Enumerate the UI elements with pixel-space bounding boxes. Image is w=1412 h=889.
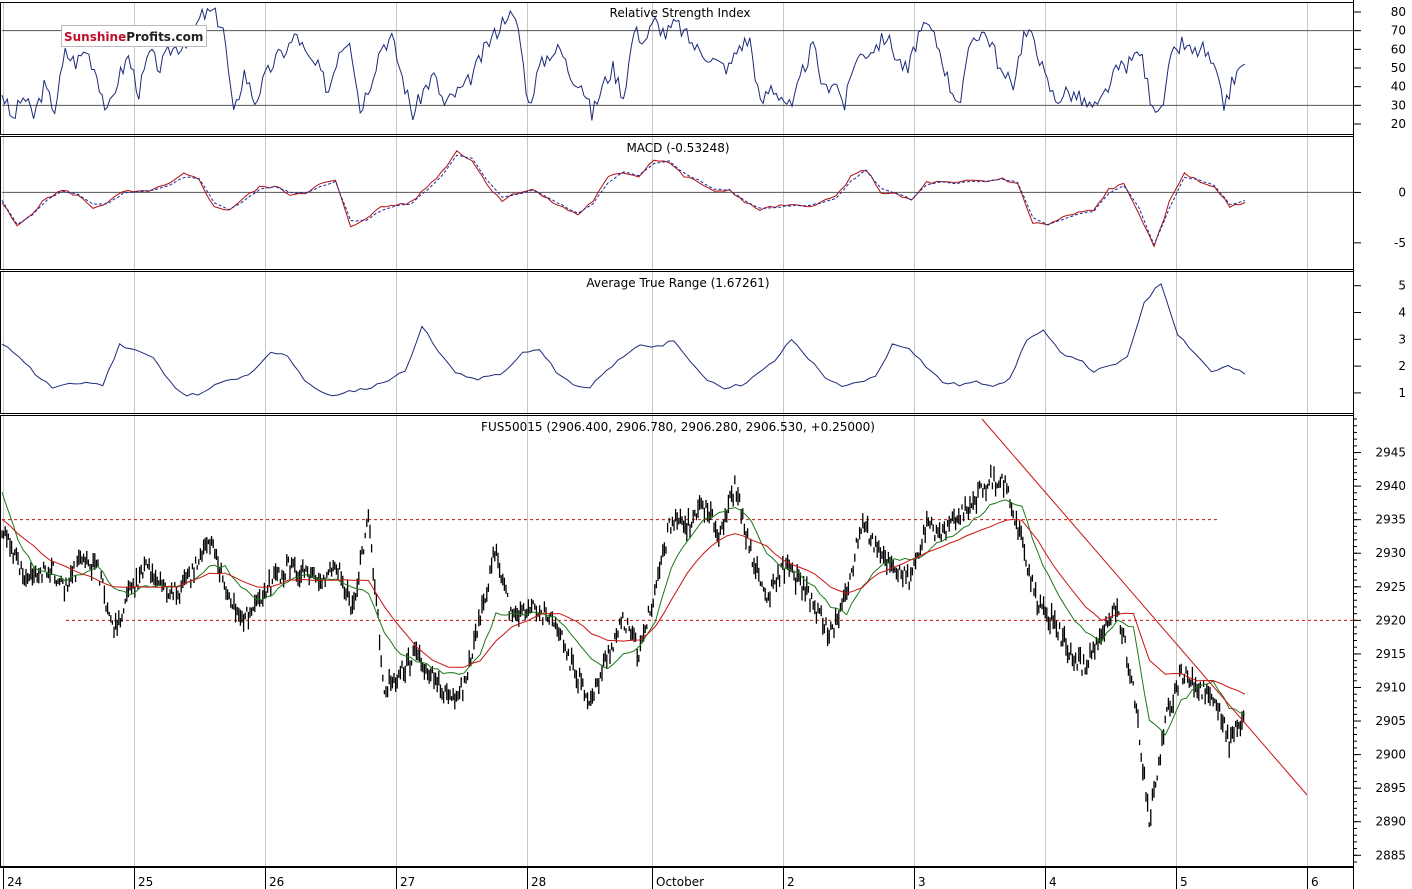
panel-frame-1 [0,136,1354,270]
rsi-title: Relative Strength Index [610,6,751,20]
y-tick-label: 2935 [1375,513,1406,527]
y-tick-label: 2890 [1375,815,1406,829]
x-tick-label: 3 [918,875,926,889]
y-axis-labels: 20 30 40 50 60 70 80 -5 0 1 2 3 4 5 2885 2890 2895 2900 29… [1353,5,1406,863]
resistance-trendline [981,418,1308,796]
x-tick-label: 25 [138,875,153,889]
chart-panels [0,0,1354,889]
y-tick-label: 2925 [1375,580,1406,594]
y-tick-label: 2945 [1375,446,1406,460]
ma-fast-line [1,491,1246,736]
logo-part-2: Profits.com [126,30,204,44]
x-tick-label: 6 [1311,875,1319,889]
sunshine-profits-logo: SunshineProfits.com [61,25,207,47]
logo-part-1: Sunshine [64,30,127,44]
x-tick-label: 24 [7,875,22,889]
y-tick-label: 20 [1391,117,1406,131]
x-tick-label: 4 [1049,875,1057,889]
y-tick-label: 2895 [1375,781,1406,795]
panel-frame-3 [0,415,1354,867]
y-tick-label: 2 [1398,359,1406,373]
macd-line [1,150,1246,248]
panel-frame-0 [0,2,1354,135]
price-bars [1,464,1245,828]
y-tick-label: 0 [1398,185,1406,199]
y-tick-label: 50 [1391,61,1406,75]
x-tick-label: October [656,875,704,889]
y-tick-label: 30 [1391,98,1406,112]
macd-signal-line [1,154,1246,246]
atr-title: Average True Range (1.67261) [586,276,769,290]
y-tick-label: 1 [1398,386,1406,400]
x-tick-label: 27 [400,875,415,889]
stock-chart: Relative Strength Index MACD (-0.53248) … [0,0,1406,889]
y-tick-label: 40 [1391,80,1406,94]
chart-grid [2,2,1353,889]
series-lines [1,7,1308,828]
y-tick-label: 2920 [1375,613,1406,627]
x-axis-labels: 24 25 26 27 28 October 2 3 4 5 6 [7,875,1319,889]
y-tick-label: 70 [1391,24,1406,38]
y-tick-label: 60 [1391,42,1406,56]
x-tick-label: 5 [1180,875,1188,889]
y-tick-label: 2915 [1375,647,1406,661]
atr-line [1,283,1246,397]
y-tick-label: 2900 [1375,748,1406,762]
y-tick-label: 4 [1398,306,1406,320]
y-tick-label: 2885 [1375,848,1406,862]
y-tick-label: 3 [1398,332,1406,346]
y-tick-label: 5 [1398,279,1406,293]
price-title: FUS50015 (2906.400, 2906.780, 2906.280, … [481,420,875,434]
x-tick-label: 2 [787,875,795,889]
x-tick-label: 26 [269,875,284,889]
x-tick-label: 28 [531,875,546,889]
y-tick-label: 2905 [1375,714,1406,728]
y-tick-label: 2930 [1375,546,1406,560]
y-tick-label: 80 [1391,5,1406,19]
y-tick-label: 2940 [1375,479,1406,493]
ma-slow-line [1,518,1246,695]
y-tick-label: 2910 [1375,680,1406,694]
y-tick-label: -5 [1394,236,1406,250]
macd-title: MACD (-0.53248) [626,141,729,155]
